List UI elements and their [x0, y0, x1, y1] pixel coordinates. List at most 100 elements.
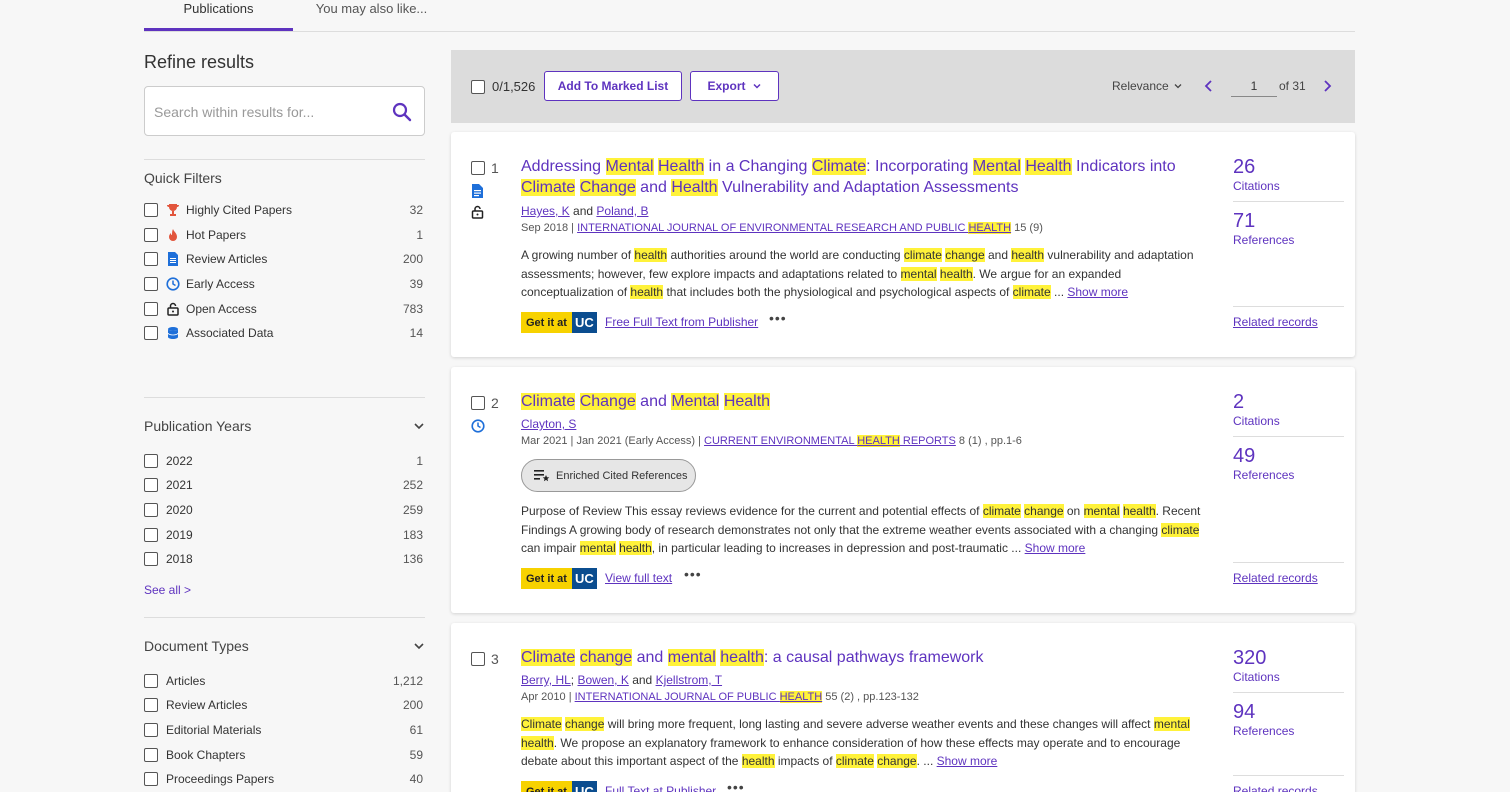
chevron-down-icon — [752, 83, 761, 89]
show-more-link[interactable]: Show more — [1067, 285, 1128, 299]
get-it-at-uc-button[interactable]: Get it at UC — [521, 568, 597, 589]
filter-label: 2022 — [166, 453, 193, 468]
page-number-input[interactable] — [1231, 75, 1277, 97]
chevron-down-icon[interactable] — [413, 420, 425, 432]
filter-year-2020[interactable]: 2020 259 — [144, 498, 425, 523]
chevron-down-icon[interactable] — [413, 640, 425, 652]
journal-link[interactable]: CURRENT ENVIRONMENTAL HEALTH REPORTS — [704, 435, 956, 447]
checkbox[interactable] — [144, 698, 158, 713]
result-checkbox[interactable] — [471, 396, 485, 410]
author-link[interactable]: Poland, B — [596, 204, 648, 218]
chevron-left-icon[interactable] — [1203, 78, 1215, 94]
result-checkbox[interactable] — [471, 652, 485, 666]
citations-metric[interactable]: 26 Citations — [1233, 156, 1280, 194]
get-it-at-uc-button[interactable]: Get it at UC — [521, 312, 597, 333]
checkbox[interactable] — [144, 301, 158, 316]
author-link[interactable]: Bowen, K — [577, 673, 628, 687]
see-all-years-link[interactable]: See all > — [144, 583, 425, 597]
checkbox[interactable] — [144, 552, 158, 567]
show-more-link[interactable]: Show more — [1025, 541, 1086, 555]
export-button[interactable]: Export — [690, 71, 779, 101]
author-link[interactable]: Hayes, K — [521, 204, 570, 218]
search-icon[interactable] — [392, 102, 412, 122]
checkbox[interactable] — [144, 527, 158, 542]
filter-doctype-proceedings[interactable]: Proceedings Papers 40 — [144, 767, 425, 792]
filter-doctype-book-chapters[interactable]: Book Chapters 59 — [144, 742, 425, 767]
related-records-link[interactable]: Related records — [1233, 571, 1318, 585]
view-full-text-link[interactable]: View full text — [605, 571, 672, 585]
filter-associated-data[interactable]: Associated Data 14 — [144, 321, 425, 346]
checkbox[interactable] — [144, 723, 158, 738]
checkbox[interactable] — [144, 227, 158, 242]
result-checkbox[interactable] — [471, 161, 485, 175]
references-metric[interactable]: 71 References — [1233, 210, 1294, 248]
checkbox[interactable] — [144, 453, 158, 468]
checkbox[interactable] — [144, 277, 158, 292]
filter-year-2021[interactable]: 2021 252 — [144, 473, 425, 498]
filter-highly-cited[interactable]: Highly Cited Papers 32 — [144, 198, 425, 223]
tab-publications[interactable]: Publications — [144, 0, 293, 31]
more-options-icon[interactable]: ••• — [769, 310, 787, 326]
references-count: 49 — [1233, 445, 1256, 467]
volume-info: 55 (2) , pp.123-132 — [825, 691, 919, 703]
free-full-text-link[interactable]: Free Full Text from Publisher — [605, 315, 758, 329]
filter-year-2019[interactable]: 2019 183 — [144, 522, 425, 547]
checkbox[interactable] — [144, 252, 158, 267]
publication-years-header[interactable]: Publication Years — [144, 416, 425, 436]
full-text-at-publisher-link[interactable]: Full Text at Publisher — [605, 784, 716, 792]
filter-doctype-editorial[interactable]: Editorial Materials 61 — [144, 718, 425, 743]
related-records-link[interactable]: Related records — [1233, 315, 1318, 329]
result-title[interactable]: Climate change and mental health: a caus… — [521, 647, 1201, 668]
search-term-highlight: health — [619, 541, 652, 556]
author-link[interactable]: Berry, HL — [521, 673, 571, 687]
add-to-marked-list-button[interactable]: Add To Marked List — [544, 71, 682, 101]
checkbox[interactable] — [144, 478, 158, 493]
checkbox[interactable] — [144, 326, 158, 341]
select-all-checkbox[interactable] — [471, 80, 485, 94]
related-records-link[interactable]: Related records — [1233, 784, 1318, 792]
filter-label: Early Access — [186, 277, 255, 292]
result-title[interactable]: Climate Change and Mental Health — [521, 391, 1201, 412]
checkbox[interactable] — [144, 747, 158, 762]
enriched-cited-references-button[interactable]: Enriched Cited References — [521, 459, 696, 492]
checkbox[interactable] — [144, 772, 158, 787]
filter-early-access[interactable]: Early Access 39 — [144, 272, 425, 297]
references-metric[interactable]: 94 References — [1233, 701, 1294, 739]
more-options-icon[interactable]: ••• — [684, 566, 702, 582]
more-options-icon[interactable]: ••• — [727, 779, 745, 792]
filter-open-access[interactable]: Open Access 783 — [144, 296, 425, 321]
checkbox[interactable] — [144, 203, 158, 218]
filter-review-articles[interactable]: Review Articles 200 — [144, 247, 425, 272]
search-term-highlight: mental — [667, 649, 716, 666]
references-label: References — [1233, 468, 1295, 482]
get-it-at-uc-button[interactable]: Get it at UC — [521, 781, 597, 792]
filter-doctype-articles[interactable]: Articles 1,212 — [144, 669, 425, 694]
filter-hot-papers[interactable]: Hot Papers 1 — [144, 223, 425, 248]
references-metric[interactable]: 49 References — [1233, 445, 1294, 483]
filter-count: 1,212 — [392, 673, 423, 688]
filter-year-2022[interactable]: 2022 1 — [144, 449, 425, 474]
tab-you-may-also-like[interactable]: You may also like... — [294, 0, 449, 31]
result-title[interactable]: Addressing Mental Health in a Changing C… — [521, 156, 1201, 198]
journal-link[interactable]: INTERNATIONAL JOURNAL OF PUBLIC HEALTH — [575, 691, 823, 703]
citations-metric[interactable]: 2 Citations — [1233, 391, 1280, 429]
filter-doctype-review[interactable]: Review Articles 200 — [144, 693, 425, 718]
search-term-highlight: change — [579, 649, 633, 666]
citations-metric[interactable]: 320 Citations — [1233, 647, 1280, 685]
filter-year-2018[interactable]: 2018 136 — [144, 547, 425, 572]
journal-link[interactable]: INTERNATIONAL JOURNAL OF ENVIRONMENTAL R… — [577, 222, 1012, 234]
document-types-header[interactable]: Document Types — [144, 636, 425, 656]
author-link[interactable]: Kjellstrom, T — [656, 673, 722, 687]
show-more-link[interactable]: Show more — [937, 754, 998, 768]
citations-count: 2 — [1233, 391, 1245, 413]
checkbox[interactable] — [144, 503, 158, 518]
checkbox[interactable] — [144, 673, 158, 688]
filter-count: 136 — [402, 552, 423, 567]
search-term-highlight: climate — [903, 248, 942, 262]
refine-sidebar: Refine results Quick Filters Highly Cite… — [144, 40, 425, 792]
search-within-input[interactable] — [154, 100, 384, 124]
author-link[interactable]: Clayton, S — [521, 417, 576, 431]
sort-dropdown[interactable]: Relevance — [1112, 79, 1183, 93]
filter-count: 783 — [402, 301, 423, 316]
chevron-right-icon[interactable] — [1321, 78, 1333, 94]
